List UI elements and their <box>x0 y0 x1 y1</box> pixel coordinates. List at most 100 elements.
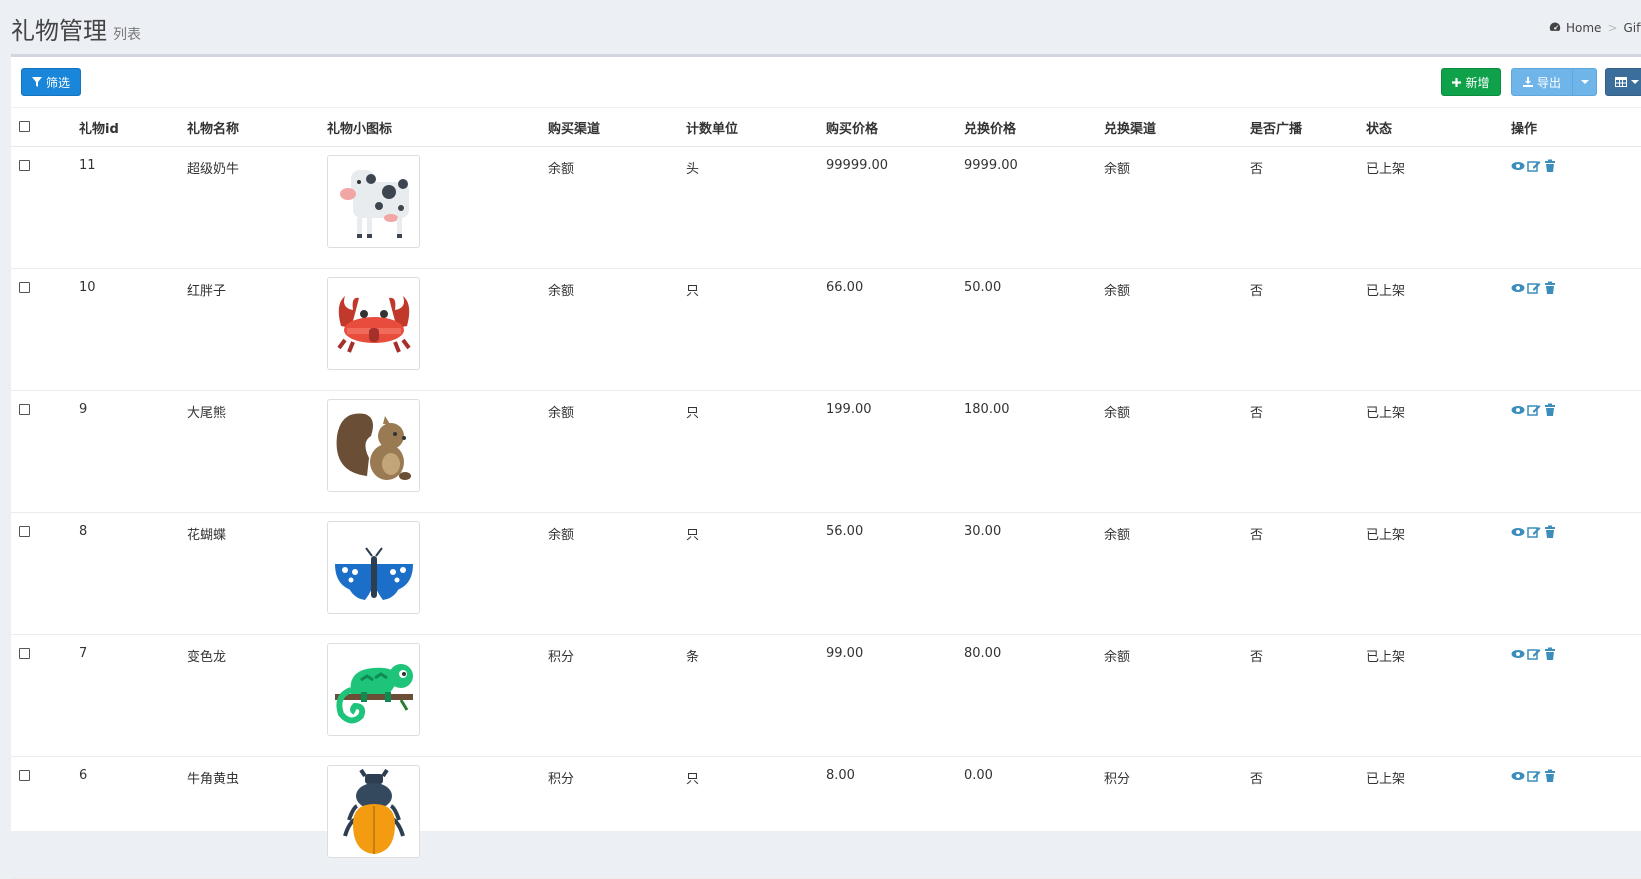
column-header[interactable]: 兑换价格 <box>964 108 1104 147</box>
toolbar: 筛选 新增 导出 <box>11 57 1641 107</box>
buy-channel: 余额 <box>548 269 686 391</box>
buy-price: 56.00 <box>826 513 964 635</box>
page-subtitle: 列表 <box>113 27 141 43</box>
row-checkbox[interactable] <box>19 526 30 537</box>
exchange-channel: 余额 <box>1104 635 1250 757</box>
broadcast-flag: 否 <box>1250 635 1366 757</box>
add-button-label: 新增 <box>1465 74 1489 91</box>
gift-name: 变色龙 <box>187 635 327 757</box>
trash-icon[interactable] <box>1543 159 1557 173</box>
broadcast-flag: 否 <box>1250 513 1366 635</box>
edit-icon[interactable] <box>1527 647 1541 661</box>
gift-id: 11 <box>79 147 187 269</box>
table-row: 10 红胖子 余额 只 66.00 <box>11 269 1641 391</box>
table-row: 6 牛角黄虫 积分 只 8.00 0.00 积分 否 <box>11 757 1641 879</box>
view-icon[interactable] <box>1511 281 1525 295</box>
column-header[interactable]: 兑换渠道 <box>1104 108 1250 147</box>
gift-thumbnail[interactable] <box>327 521 420 614</box>
row-checkbox[interactable] <box>19 770 30 781</box>
exchange-channel: 余额 <box>1104 147 1250 269</box>
column-header[interactable]: 礼物小图标 <box>327 108 548 147</box>
column-header[interactable]: 计数单位 <box>686 108 826 147</box>
select-all-header <box>11 108 79 147</box>
status-text: 已上架 <box>1366 757 1511 879</box>
column-header[interactable]: 礼物名称 <box>187 108 327 147</box>
exchange-price: 9999.00 <box>964 147 1104 269</box>
exchange-channel: 余额 <box>1104 513 1250 635</box>
column-header[interactable]: 购买价格 <box>826 108 964 147</box>
export-dropdown-toggle[interactable] <box>1572 68 1597 96</box>
view-icon[interactable] <box>1511 769 1525 783</box>
trash-icon[interactable] <box>1543 403 1557 417</box>
exchange-price: 0.00 <box>964 757 1104 879</box>
caret-down-icon <box>1581 80 1589 84</box>
buy-channel: 积分 <box>548 635 686 757</box>
gift-id: 8 <box>79 513 187 635</box>
content-header: 礼物管理列表 Home>Gift <box>0 0 1641 54</box>
status-text: 已上架 <box>1366 147 1511 269</box>
gift-table: 礼物id 礼物名称 礼物小图标 购买渠道 计数单位 购买价格 兑换价格 兑换渠道… <box>11 107 1641 879</box>
column-header[interactable]: 礼物id <box>79 108 187 147</box>
gift-thumbnail[interactable] <box>327 399 420 492</box>
squirrel-icon <box>331 406 417 486</box>
trash-icon[interactable] <box>1543 647 1557 661</box>
edit-icon[interactable] <box>1527 525 1541 539</box>
gift-name: 花蝴蝶 <box>187 513 327 635</box>
table-row: 11 超级奶牛 <box>11 147 1641 269</box>
status-text: 已上架 <box>1366 391 1511 513</box>
edit-icon[interactable] <box>1527 769 1541 783</box>
table-row: 7 变色龙 积分 条 <box>11 635 1641 757</box>
broadcast-flag: 否 <box>1250 147 1366 269</box>
gift-thumbnail[interactable] <box>327 155 420 248</box>
column-header[interactable]: 是否广播 <box>1250 108 1366 147</box>
exchange-price: 50.00 <box>964 269 1104 391</box>
plus-icon <box>1452 78 1461 87</box>
add-button[interactable]: 新增 <box>1441 68 1501 96</box>
gift-thumbnail[interactable] <box>327 765 420 858</box>
gift-thumbnail[interactable] <box>327 643 420 736</box>
buy-channel: 积分 <box>548 757 686 879</box>
view-icon[interactable] <box>1511 403 1525 417</box>
gift-name: 大尾熊 <box>187 391 327 513</box>
column-header: 操作 <box>1511 108 1641 147</box>
edit-icon[interactable] <box>1527 159 1541 173</box>
row-checkbox[interactable] <box>19 282 30 293</box>
select-all-checkbox[interactable] <box>19 121 30 132</box>
count-unit: 只 <box>686 513 826 635</box>
row-checkbox[interactable] <box>19 404 30 415</box>
row-checkbox[interactable] <box>19 160 30 171</box>
edit-icon[interactable] <box>1527 281 1541 295</box>
view-icon[interactable] <box>1511 159 1525 173</box>
trash-icon[interactable] <box>1543 281 1557 295</box>
exchange-price: 30.00 <box>964 513 1104 635</box>
buy-price: 199.00 <box>826 391 964 513</box>
filter-button[interactable]: 筛选 <box>21 68 81 96</box>
columns-toggle-button[interactable] <box>1605 68 1641 96</box>
view-icon[interactable] <box>1511 647 1525 661</box>
list-box: 筛选 新增 导出 礼物id 礼物名称 礼物小图标 <box>11 54 1641 831</box>
trash-icon[interactable] <box>1543 525 1557 539</box>
edit-icon[interactable] <box>1527 403 1541 417</box>
view-icon[interactable] <box>1511 525 1525 539</box>
broadcast-flag: 否 <box>1250 757 1366 879</box>
count-unit: 头 <box>686 147 826 269</box>
status-text: 已上架 <box>1366 513 1511 635</box>
buy-channel: 余额 <box>548 147 686 269</box>
buy-channel: 余额 <box>548 391 686 513</box>
buy-price: 99999.00 <box>826 147 964 269</box>
gift-name: 牛角黄虫 <box>187 757 327 879</box>
export-button[interactable]: 导出 <box>1511 68 1573 96</box>
count-unit: 只 <box>686 269 826 391</box>
column-header[interactable]: 状态 <box>1366 108 1511 147</box>
table-columns-icon <box>1615 77 1627 87</box>
gift-thumbnail[interactable] <box>327 277 420 370</box>
page-title: 礼物管理列表 <box>11 11 141 46</box>
trash-icon[interactable] <box>1543 769 1557 783</box>
gift-name: 超级奶牛 <box>187 147 327 269</box>
row-checkbox[interactable] <box>19 648 30 659</box>
dashboard-icon <box>1549 21 1561 33</box>
table-row: 9 大尾熊 余额 只 199.00 <box>11 391 1641 513</box>
breadcrumb-home-link[interactable]: Home <box>1566 21 1601 35</box>
gift-name: 红胖子 <box>187 269 327 391</box>
column-header[interactable]: 购买渠道 <box>548 108 686 147</box>
